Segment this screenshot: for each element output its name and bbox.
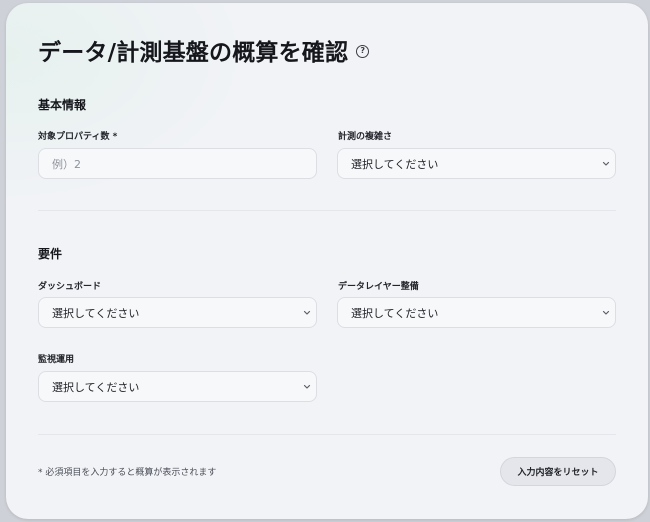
question-circle-icon[interactable]: ? [356, 44, 370, 58]
basic-section-title: 基本情報 [38, 98, 87, 112]
requirements-section-title: 要件 [38, 247, 63, 261]
monitoring-label: 監視運用 [38, 355, 75, 365]
chevron-down-icon [303, 384, 311, 389]
chevron-down-icon [303, 310, 311, 315]
dashboard-select[interactable]: 選択してください [38, 297, 317, 328]
estimate-card: データ/計測基盤の概算を確認 ? 基本情報 対象プロパティ数 * 例）2 計測の… [6, 3, 648, 519]
data-layer-label: データレイヤー整備 [338, 282, 419, 292]
complexity-select[interactable]: 選択してください [337, 148, 616, 179]
chevron-down-icon [602, 310, 610, 315]
page-title: データ/計測基盤の概算を確認 [38, 40, 349, 66]
properties-input[interactable]: 例）2 [38, 148, 317, 179]
data-layer-select[interactable]: 選択してください [337, 297, 616, 328]
footer-divider [38, 434, 616, 435]
properties-placeholder: 例）2 [52, 157, 81, 171]
complexity-label: 計測の複雑さ [338, 132, 393, 142]
monitoring-select[interactable]: 選択してください [38, 371, 317, 402]
title-row: データ/計測基盤の概算を確認 ? [38, 33, 370, 67]
data-layer-value: 選択してください [351, 306, 439, 320]
required-note: * 必須項目を入力すると概算が表示されます [38, 468, 217, 478]
reset-button[interactable]: 入力内容をリセット [500, 457, 616, 486]
monitoring-value: 選択してください [52, 380, 140, 394]
complexity-value: 選択してください [351, 157, 439, 171]
properties-label: 対象プロパティ数 * [38, 132, 118, 142]
dashboard-label: ダッシュボード [38, 282, 102, 292]
dashboard-value: 選択してください [52, 306, 140, 320]
chevron-down-icon [602, 161, 610, 166]
section-divider [38, 210, 616, 211]
